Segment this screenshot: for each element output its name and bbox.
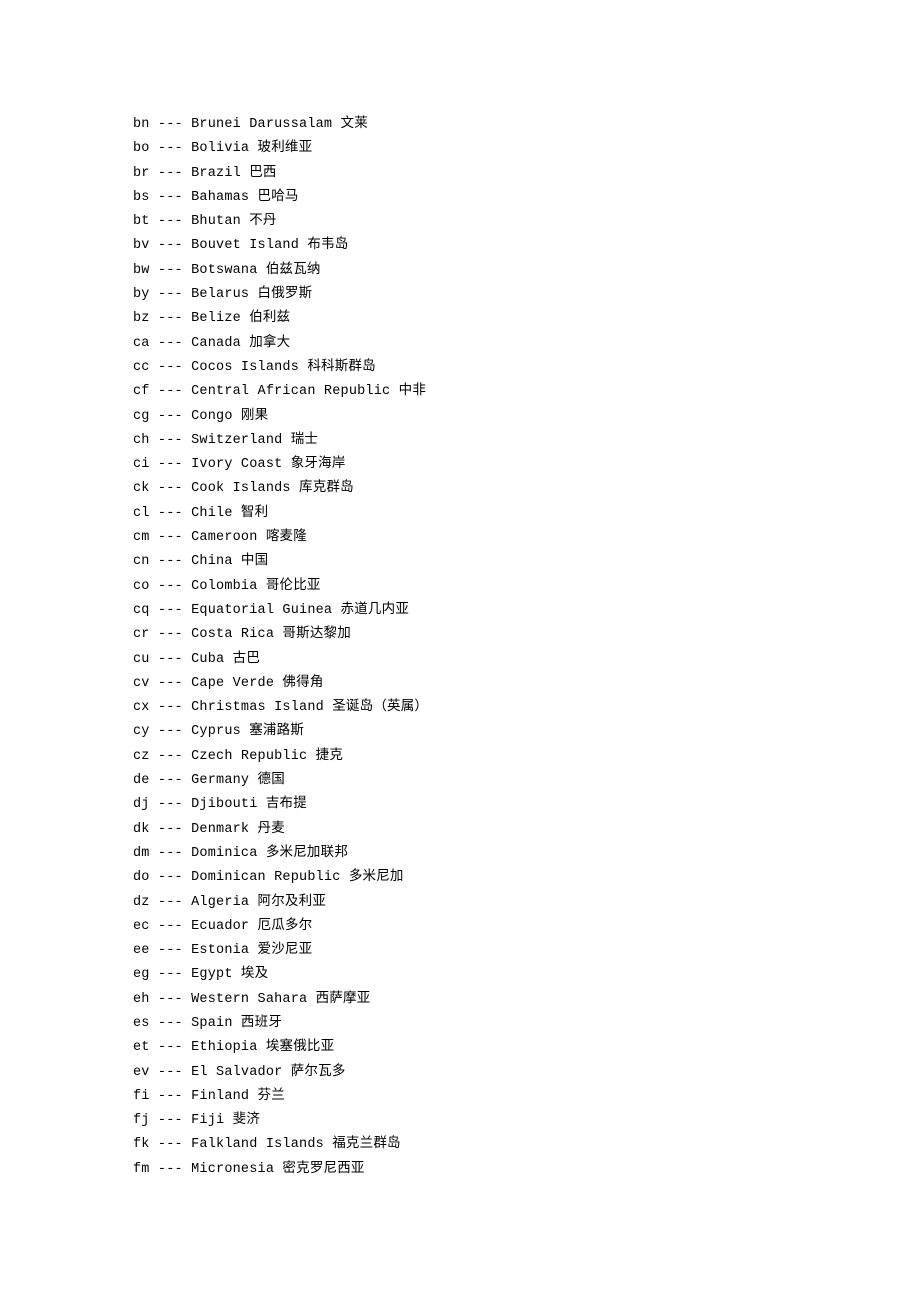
country-entry-line: ca --- Canada 加拿大 xyxy=(133,335,291,351)
country-entry-line: ch --- Switzerland 瑞士 xyxy=(133,432,319,448)
country-entry-line: bw --- Botswana 伯兹瓦纳 xyxy=(133,262,321,278)
country-entry-line: dm --- Dominica 多米尼加联邦 xyxy=(133,845,349,861)
country-entry-line: cu --- Cuba 古巴 xyxy=(133,651,261,667)
country-entry-line: eg --- Egypt 埃及 xyxy=(133,967,269,983)
country-code-list: bn --- Brunei Darussalam 文莱 bo --- Bolivi… xyxy=(133,113,833,1182)
country-entry-line: dz --- Algeria 阿尔及利亚 xyxy=(133,894,327,910)
country-entry-line: cn --- China 中国 xyxy=(133,554,269,570)
country-entry-line: de --- Germany 德国 xyxy=(133,773,285,789)
country-entry-line: by --- Belarus 白俄罗斯 xyxy=(133,287,313,303)
country-entry-line: fk --- Falkland Islands 福克兰群岛 xyxy=(133,1137,401,1153)
country-entry-line: bz --- Belize 伯利兹 xyxy=(133,311,291,327)
country-entry-line: cl --- Chile 智利 xyxy=(133,505,269,521)
country-entry-line: fj --- Fiji 斐济 xyxy=(133,1113,261,1129)
country-entry-line: es --- Spain 西班牙 xyxy=(133,1015,283,1031)
country-entry-line: bn --- Brunei Darussalam 文莱 xyxy=(133,117,368,132)
country-entry-line: fm --- Micronesia 密克罗尼西亚 xyxy=(133,1161,365,1177)
country-entry-line: ee --- Estonia 爱沙尼亚 xyxy=(133,943,313,959)
country-entry-line: bo --- Bolivia 玻利维亚 xyxy=(133,141,313,157)
country-entry-line: cg --- Congo 刚果 xyxy=(133,408,269,424)
country-entry-line: cv --- Cape Verde 佛得角 xyxy=(133,675,324,691)
country-entry-line: dk --- Denmark 丹麦 xyxy=(133,821,285,837)
country-entry-line: bt --- Bhutan 不丹 xyxy=(133,214,277,230)
country-entry-line: cc --- Cocos Islands 科科斯群岛 xyxy=(133,359,376,375)
country-entry-line: cr --- Costa Rica 哥斯达黎加 xyxy=(133,627,351,643)
country-entry-line: do --- Dominican Republic 多米尼加 xyxy=(133,870,404,886)
country-entry-line: fi --- Finland 芬兰 xyxy=(133,1088,285,1104)
country-entry-line: eh --- Western Sahara 西萨摩亚 xyxy=(133,991,371,1007)
country-entry-line: ev --- El Salvador 萨尔瓦多 xyxy=(133,1064,346,1080)
country-entry-line: ec --- Ecuador 厄瓜多尔 xyxy=(133,918,313,934)
country-entry-line: ci --- Ivory Coast 象牙海岸 xyxy=(133,457,346,473)
country-entry-line: bs --- Bahamas 巴哈马 xyxy=(133,189,299,205)
country-entry-line: cm --- Cameroon 喀麦隆 xyxy=(133,530,307,546)
country-entry-line: bv --- Bouvet Island 布韦岛 xyxy=(133,238,349,254)
document-page: bn --- Brunei Darussalam 文莱 bo --- Bolivi… xyxy=(0,0,920,1302)
country-entry-line: cq --- Equatorial Guinea 赤道几内亚 xyxy=(133,602,410,618)
country-entry-line: cy --- Cyprus 塞浦路斯 xyxy=(133,724,305,740)
country-entry-line: br --- Brazil 巴西 xyxy=(133,165,277,181)
country-entry-line: cz --- Czech Republic 捷克 xyxy=(133,748,344,764)
country-entry-line: co --- Colombia 哥伦比亚 xyxy=(133,578,321,594)
country-entry-line: dj --- Djibouti 吉布提 xyxy=(133,797,307,813)
country-entry-line: cf --- Central African Republic 中非 xyxy=(133,384,427,400)
country-entry-line: cx --- Christmas Island 圣诞岛（英属） xyxy=(133,700,429,716)
country-entry-line: ck --- Cook Islands 库克群岛 xyxy=(133,481,354,497)
country-entry-line: et --- Ethiopia 埃塞俄比亚 xyxy=(133,1040,335,1056)
